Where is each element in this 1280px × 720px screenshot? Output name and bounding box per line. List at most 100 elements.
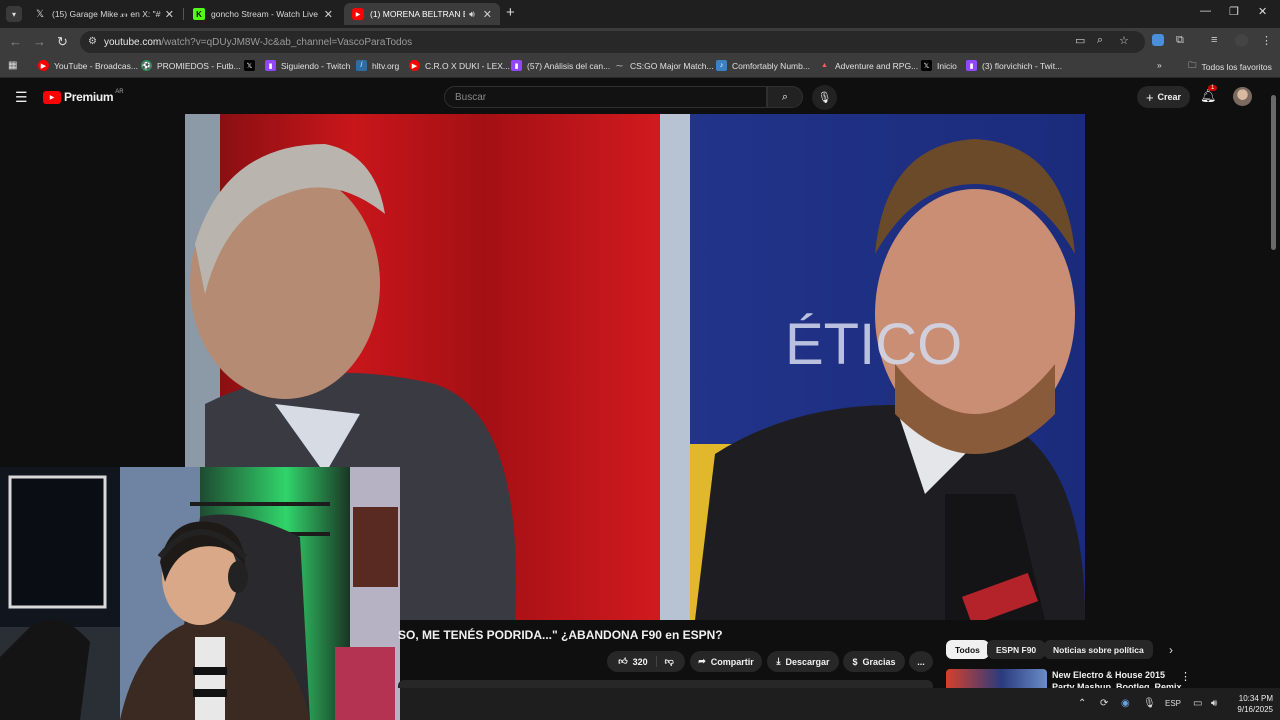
video-overlay-text: ÉTICO [785, 312, 962, 377]
bookmark-item[interactable]: ▮ (3) florvichich - Twit... [966, 60, 1062, 71]
chevron-up-icon[interactable]: ⌃ [1078, 698, 1086, 709]
chip-politica[interactable]: Noticias sobre política [1044, 640, 1153, 659]
volume-icon[interactable]: 🔊︎ [1211, 698, 1217, 709]
tab-youtube[interactable]: ▶ (1) MORENA BELTRAN EXP 🔊︎ ✕ [344, 3, 500, 25]
hltv-icon: / [356, 60, 367, 71]
all-bookmarks-folder[interactable]: 🗀 Todos los favoritos [1188, 60, 1272, 74]
forward-arrow-icon[interactable]: → [33, 34, 46, 49]
chip-todos[interactable]: Todos [946, 640, 989, 659]
hamburger-menu-icon[interactable]: ☰ [15, 89, 28, 106]
back-arrow-icon[interactable]: ← [9, 34, 22, 49]
bookmark-star-icon[interactable]: ☆ [1119, 34, 1129, 47]
close-window-icon[interactable]: ✕ [1258, 5, 1267, 18]
region-code: AR [115, 89, 124, 95]
more-actions-button[interactable]: ... [909, 651, 933, 672]
share-label: Compartir [710, 656, 754, 667]
new-tab-button[interactable]: + [506, 4, 515, 21]
bookmark-item[interactable]: ⁓ CS:GO Major Match... [614, 60, 714, 71]
bookmark-item[interactable]: ▲ Adventure and RPG... [819, 60, 918, 71]
download-label: Descargar [785, 656, 830, 667]
tray-app-icon[interactable]: ⟳ [1100, 698, 1108, 709]
microphone-icon: 🎙︎ [817, 92, 832, 104]
webcam-overlay [0, 467, 400, 720]
bookmark-item[interactable]: ♪ Comfortably Numb... [716, 60, 810, 71]
recommended-title[interactable]: New Electro & House 2015 [1052, 670, 1165, 680]
video-title: SO, ME TENÉS PODRIDA..." ¿ABANDONA F90 e… [398, 628, 723, 642]
search-input[interactable]: Buscar [444, 86, 767, 108]
more-bookmarks-icon[interactable]: » [1157, 60, 1162, 70]
search-icon: ⌕ [781, 90, 789, 103]
address-bar[interactable]: ⚙ youtube.com /watch?v=qDUyJM8W-Jc&ab_ch… [80, 31, 1145, 53]
bookmark-item[interactable]: 𝕏 [244, 60, 260, 71]
kick-logo-icon: K [193, 8, 205, 20]
description-box[interactable] [398, 680, 933, 688]
dislike-button[interactable]: 👎︎ [657, 656, 682, 667]
bookmark-item[interactable]: 𝕏 Inicio [921, 60, 957, 71]
itch-icon: ▲ [821, 62, 828, 69]
speaker-icon[interactable]: 🔊︎ [469, 9, 475, 20]
microphone-icon[interactable]: 🎙︎ [1143, 698, 1156, 709]
menu-dots-icon[interactable]: ⋮ [1261, 34, 1272, 47]
search-button[interactable]: ⌕ [767, 86, 803, 108]
x-logo-icon: 𝕏 [35, 8, 45, 20]
restore-icon[interactable]: ❐ [1229, 5, 1239, 18]
account-avatar[interactable] [1233, 87, 1252, 106]
like-count: 320 [632, 656, 648, 667]
site-info-icon[interactable]: ⚙ [88, 36, 97, 47]
close-icon[interactable]: ✕ [483, 8, 492, 21]
recommended-thumbnail[interactable] [946, 669, 1047, 689]
like-button[interactable]: 👍︎ 320 [610, 656, 657, 667]
bookmark-item[interactable]: ▶ YouTube - Broadcas... [38, 60, 138, 71]
twitch-logo-icon: ▮ [966, 60, 977, 71]
minimize-icon[interactable]: — [1200, 5, 1211, 17]
apps-grid-icon[interactable]: ▦ [8, 60, 17, 71]
close-icon[interactable]: ✕ [324, 8, 333, 21]
youtube-logo-icon: ▶ [409, 60, 420, 71]
extension-icon[interactable] [1152, 34, 1164, 46]
tab-label: goncho Stream - Watch Live on [211, 9, 320, 19]
bookmark-item[interactable]: ▶ C.R.O X DUKI - LEX... [409, 60, 510, 71]
folder-icon: 🗀 [1188, 60, 1197, 70]
steam-icon[interactable]: ◉ [1121, 698, 1130, 709]
bookmarks-bar: ▦ ▶ YouTube - Broadcas... ⚽ PROMIEDOS - Fu… [0, 56, 1280, 78]
thumbs-down-icon: 👎︎ [664, 656, 674, 666]
download-button[interactable]: ⤓ Descargar [767, 651, 839, 672]
tab-label: (1) MORENA BELTRAN EXP [370, 9, 465, 19]
create-button[interactable]: + Crear [1137, 86, 1190, 108]
tab-search-button[interactable]: ▾ [6, 6, 22, 22]
more-dots-icon: ... [917, 656, 925, 667]
language-indicator[interactable]: ESP [1165, 699, 1181, 708]
tab-kick[interactable]: K goncho Stream - Watch Live on ✕ [185, 3, 341, 25]
chevron-down-icon: ▾ [11, 9, 16, 19]
recommended-menu-icon[interactable]: ⋮ [1180, 670, 1191, 683]
close-icon[interactable]: ✕ [165, 8, 174, 21]
create-label: Crear [1157, 92, 1182, 102]
plus-icon: + [1145, 89, 1154, 105]
clock[interactable]: 10:34 PM 9/16/2025 [1228, 693, 1273, 715]
youtube-header: ☰ ▶ Premium AR Buscar ⌕ 🎙︎ + Crear 🔔︎ 1 [0, 79, 1280, 114]
reload-icon[interactable]: ↻ [57, 34, 68, 50]
cast-icon[interactable]: ▭ [1075, 34, 1085, 47]
x-logo-icon: 𝕏 [921, 60, 932, 71]
puzzle-icon[interactable]: ⧉ [1176, 34, 1184, 47]
chip-espn-f90[interactable]: ESPN F90 [987, 640, 1046, 659]
bookmark-item[interactable]: ⚽ PROMIEDOS - Futb... [141, 60, 241, 71]
youtube-premium-label: Premium [64, 90, 114, 104]
thanks-button[interactable]: $ Gracias [843, 651, 905, 672]
bookmark-item[interactable]: ▮ (57) Análisis del can... [511, 60, 610, 71]
chevron-right-icon[interactable]: › [1169, 643, 1173, 657]
page-scrollbar[interactable] [1271, 95, 1276, 250]
clock-date: 9/16/2025 [1237, 705, 1273, 714]
media-controls-icon[interactable]: ≡ [1211, 34, 1217, 46]
bookmark-item[interactable]: ▮ Siguiendo - Twitch [265, 60, 350, 71]
zoom-icon[interactable]: ⌕ [1097, 34, 1103, 47]
bookmark-item[interactable]: / hltv.org [356, 60, 399, 71]
notifications-button[interactable]: 🔔︎ 1 [1200, 85, 1218, 104]
display-icon[interactable]: ▭ [1193, 698, 1202, 709]
voice-search-button[interactable]: 🎙︎ [812, 85, 837, 110]
youtube-logo[interactable]: ▶ Premium AR [43, 89, 124, 104]
profile-avatar[interactable] [1235, 34, 1248, 47]
tab-strip: ▾ 𝕏 (15) Garage Mike 𝓍𝓇 en X: "#fer ✕ K … [0, 0, 1280, 28]
tab-x[interactable]: 𝕏 (15) Garage Mike 𝓍𝓇 en X: "#fer ✕ [26, 3, 182, 25]
share-button[interactable]: ➦ Compartir [690, 651, 762, 672]
